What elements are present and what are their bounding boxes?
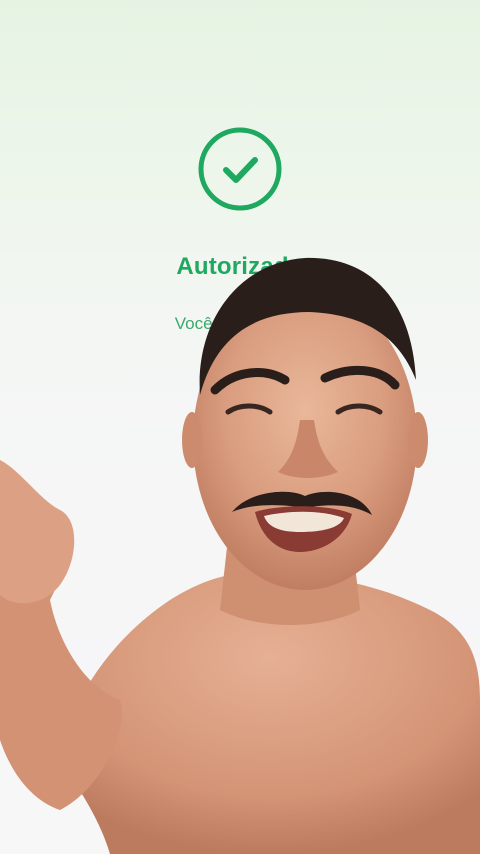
person-overlay-image (0, 257, 480, 854)
authorization-screen: Autorizado Você já autorizou (0, 0, 480, 854)
